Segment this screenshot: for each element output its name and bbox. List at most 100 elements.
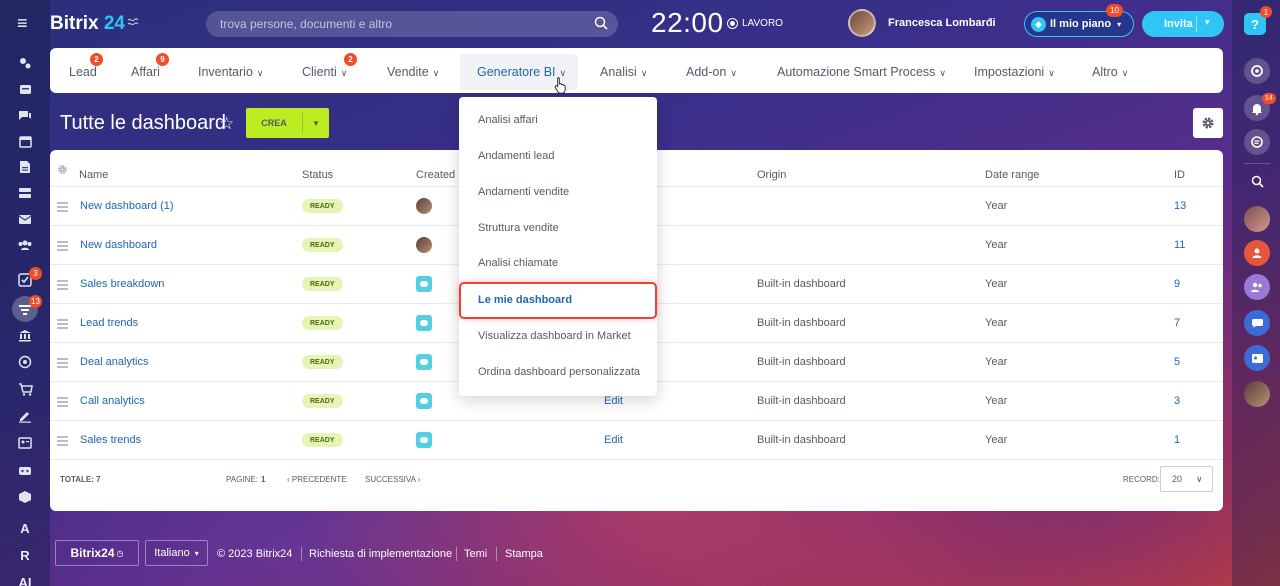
dashboard-name[interactable]: New dashboard (1) [80,200,174,212]
sidebar-sign-icon[interactable] [13,404,37,428]
market-app-icon[interactable] [416,432,432,448]
sidebar-bank-icon[interactable] [13,323,37,347]
column-header-name[interactable]: Name [79,169,108,181]
sidebar-letter-a[interactable]: A [13,516,37,540]
footer-link-implementation[interactable]: Richiesta di implementazione [309,548,452,560]
row-menu-icon[interactable] [57,202,68,214]
dashboard-id[interactable]: 9 [1174,278,1180,290]
search-input[interactable]: trova persone, documenti e altro [206,11,618,37]
nav-item-altro[interactable]: Altro ∨ [1092,65,1128,79]
next-page-link[interactable]: SUCCESSIVA › [365,475,420,484]
menu-item-andamenti-lead[interactable]: Andamenti lead [478,150,554,162]
nav-item-add-on[interactable]: Add-on ∨ [686,65,737,79]
invite-button[interactable]: Invita ▾ [1142,11,1224,37]
dashboard-id[interactable]: 5 [1174,356,1180,368]
bitrix24-footer-logo[interactable]: Bitrix24 ◷ [55,540,139,566]
nav-item-affari[interactable]: Affari 9 [131,53,169,79]
sidebar-letter-r[interactable]: R [13,543,37,567]
user-name[interactable]: Francesca Lombardi [888,17,996,29]
sidebar-contact-center-icon[interactable] [13,431,37,455]
menu-item-andamenti-vendite[interactable]: Andamenti vendite [478,186,569,198]
edit-link[interactable]: Edit [604,395,623,407]
table-settings-icon[interactable] [57,164,68,175]
copilot-icon[interactable] [1244,58,1270,84]
create-button[interactable]: CREA ▼ [246,108,329,138]
bitrix24-logo[interactable]: Bitrix 24 [50,13,125,35]
dashboard-id[interactable]: 1 [1174,434,1180,446]
creator-avatar[interactable] [416,237,432,253]
star-icon[interactable]: ☆ [219,114,234,134]
row-menu-icon[interactable] [57,280,68,292]
sidebar-crm-icon[interactable] [13,181,37,205]
dashboard-name[interactable]: Call analytics [80,395,145,407]
dashboard-name[interactable]: Lead trends [80,317,138,329]
hamburger-menu-icon[interactable]: ≡ [17,14,28,32]
footer-link-print[interactable]: Stampa [505,548,543,560]
column-header-origin[interactable]: Origin [757,169,786,181]
prev-page-link[interactable]: ‹ PRECEDENTE [287,475,347,484]
chevron-down-icon[interactable]: ▾ [1205,17,1210,28]
sidebar-docs-icon[interactable] [13,155,37,179]
sidebar-drive-icon[interactable] [13,77,37,101]
nav-item-generatore-bi[interactable]: Generatore BI ∨ [477,65,566,79]
settings-button[interactable] [1193,108,1223,138]
chevron-down-icon[interactable]: ▼ [303,119,329,128]
sidebar-feed-icon[interactable] [13,51,37,75]
channel-avatar[interactable] [1244,345,1270,371]
menu-item-struttura-vendite[interactable]: Struttura vendite [478,222,559,234]
language-selector[interactable]: Italiano ▾ [145,540,208,566]
dashboard-name[interactable]: Sales trends [80,434,141,446]
chevron-down-icon[interactable]: ▾ [988,15,993,26]
sidebar-letter-ai[interactable]: AI [13,570,37,586]
sidebar-chat-icon[interactable] [13,103,37,127]
dashboard-id[interactable]: 3 [1174,395,1180,407]
market-app-icon[interactable] [416,393,432,409]
market-app-icon[interactable] [416,276,432,292]
sidebar-employees-icon[interactable] [13,233,37,257]
nav-item-impostazioni[interactable]: Impostazioni ∨ [974,65,1055,79]
work-status[interactable]: LAVORO [727,18,783,29]
sidebar-target-icon[interactable] [13,350,37,374]
messenger-icon[interactable] [1244,129,1270,155]
contact-avatar-3[interactable] [1244,381,1270,407]
sidebar-calendar-icon[interactable] [13,129,37,153]
menu-item-visualizza-dashboard-market[interactable]: Visualizza dashboard in Market [478,330,631,342]
column-header-status[interactable]: Status [302,169,333,181]
market-app-icon[interactable] [416,315,432,331]
row-menu-icon[interactable] [57,241,68,253]
search-icon[interactable] [594,16,608,30]
row-menu-icon[interactable] [57,397,68,409]
search-icon[interactable] [1244,168,1270,194]
sidebar-mail-icon[interactable] [13,207,37,231]
column-header-id[interactable]: ID [1174,169,1185,181]
row-menu-icon[interactable] [57,319,68,331]
dashboard-id[interactable]: 13 [1174,200,1186,212]
nav-item-analisi[interactable]: Analisi ∨ [600,65,647,79]
footer-link-themes[interactable]: Temi [464,548,487,560]
contact-avatar-1[interactable] [1244,206,1270,232]
menu-item-analisi-affari[interactable]: Analisi affari [478,114,538,126]
pages-value[interactable]: 1 [261,475,265,484]
nav-item-lead[interactable]: Lead 2 [69,53,103,79]
edit-link[interactable]: Edit [604,434,623,446]
sidebar-robot-icon[interactable] [13,458,37,482]
row-menu-icon[interactable] [57,358,68,370]
menu-item-analisi-chiamate[interactable]: Analisi chiamate [478,257,558,269]
contact-avatar-2[interactable] [1244,240,1270,266]
sidebar-box-icon[interactable] [13,485,37,509]
column-header-date-range[interactable]: Date range [985,169,1039,181]
menu-item-ordina-dashboard[interactable]: Ordina dashboard personalizzata [478,366,640,378]
row-menu-icon[interactable] [57,436,68,448]
nav-item-clienti[interactable]: Clienti ∨ 2 [302,53,357,79]
nav-item-inventario[interactable]: Inventario ∨ [198,65,264,79]
dashboard-id[interactable]: 7 [1174,317,1180,329]
open-lines-avatar[interactable] [1244,310,1270,336]
dashboard-id[interactable]: 11 [1174,239,1185,251]
dashboard-name[interactable]: Sales breakdown [80,278,164,290]
dashboard-name[interactable]: New dashboard [80,239,157,251]
nav-item-automazione[interactable]: Automazione Smart Process ∨ [777,65,946,79]
sidebar-cart-icon[interactable] [13,377,37,401]
user-avatar[interactable] [848,9,876,37]
creator-avatar[interactable] [416,198,432,214]
group-chat-avatar[interactable] [1244,274,1270,300]
